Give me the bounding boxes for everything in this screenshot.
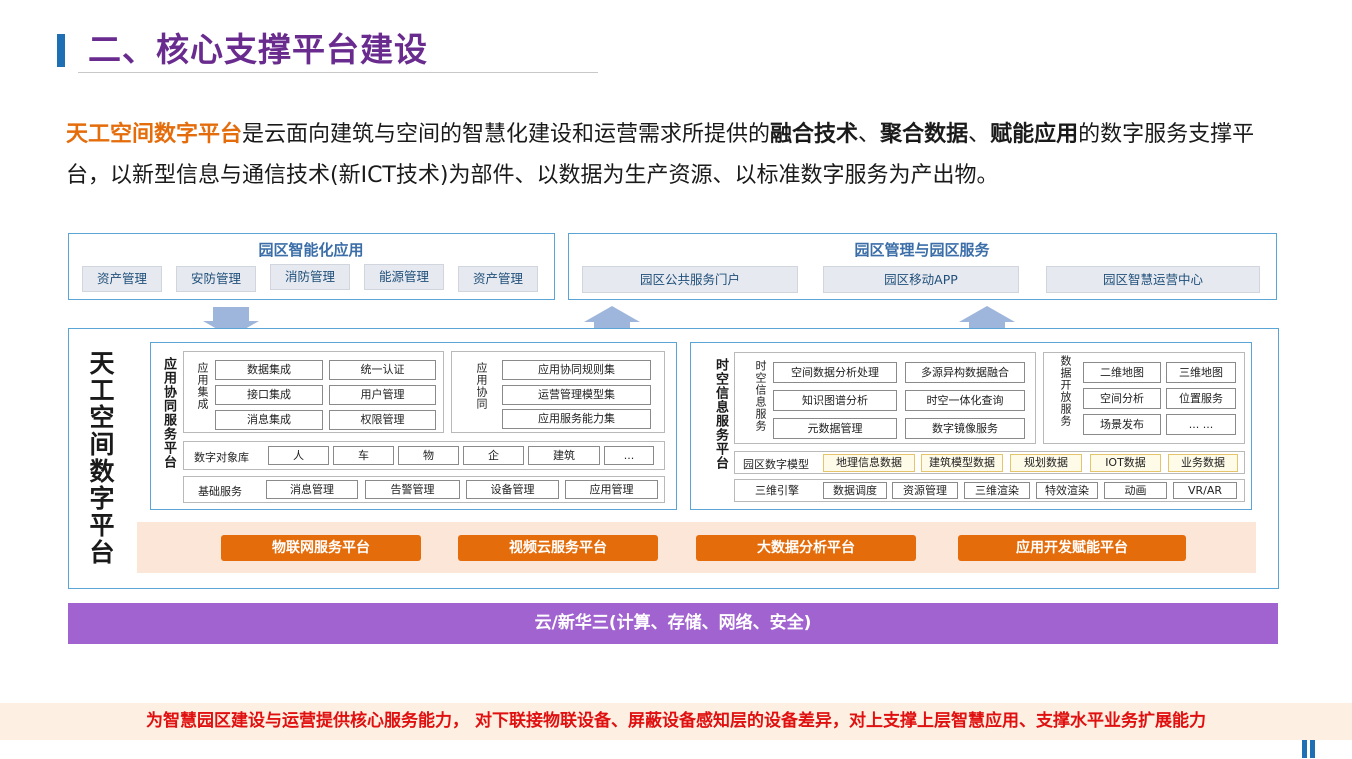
- engine-item: 特效渲染: [1036, 482, 1098, 499]
- engine-item: 动画: [1104, 482, 1167, 499]
- park-model-item: 规划数据: [1010, 454, 1082, 472]
- platform-name: 天工空间数字平台: [86, 350, 115, 566]
- spatial-platform-label: 时空信息服务平台: [713, 358, 728, 470]
- video-cloud-platform: 视频云服务平台: [458, 535, 658, 561]
- smart-app-item: 资产管理: [458, 266, 538, 292]
- bigdata-platform: 大数据分析平台: [696, 535, 916, 561]
- digital-object-label: 数字对象库: [194, 451, 249, 464]
- park-services-title: 园区管理与园区服务: [854, 241, 990, 259]
- integration-item: 权限管理: [329, 410, 436, 430]
- park-model-item: IOT数据: [1090, 454, 1161, 472]
- spatial-info-item: 数字镜像服务: [905, 418, 1025, 439]
- collab-item: 应用服务能力集: [502, 409, 651, 429]
- park-model-item: 业务数据: [1168, 454, 1238, 472]
- digital-object-item: ...: [604, 446, 654, 465]
- spatial-info-item: 时空一体化查询: [905, 390, 1025, 411]
- park-service-item: 园区智慧运营中心: [1046, 266, 1260, 293]
- app-dev-platform: 应用开发赋能平台: [958, 535, 1186, 561]
- park-model-item: 建筑模型数据: [921, 454, 1003, 472]
- smart-app-item: 安防管理: [176, 266, 256, 292]
- data-open-item: 三维地图: [1166, 362, 1236, 383]
- digital-object-item: 建筑: [528, 446, 600, 465]
- smart-app-item: 消防管理: [270, 264, 350, 290]
- cloud-infrastructure-bar: 云/新华三(计算、存储、网络、安全): [68, 603, 1278, 644]
- spatial-info-item: 知识图谱分析: [773, 390, 897, 411]
- intro-sep-2: 、: [968, 122, 991, 147]
- header-accent-bar: [57, 34, 65, 67]
- park-service-item: 园区公共服务门户: [582, 266, 798, 293]
- intro-highlight: 天工空间数字平台: [66, 122, 243, 147]
- engine-item: 三维引擎: [737, 482, 817, 499]
- intro-keyword-2: 聚合数据: [880, 122, 969, 147]
- spatial-info-item: 元数据管理: [773, 418, 897, 439]
- app-collab-sub-label: 应用协同: [475, 362, 488, 410]
- data-open-item: 场景发布: [1083, 414, 1161, 435]
- base-service-item: 消息管理: [266, 480, 358, 499]
- smart-apps-box: 园区智能化应用 资产管理 安防管理 消防管理 能源管理 资产管理: [68, 233, 555, 300]
- integration-item: 接口集成: [215, 385, 323, 405]
- park-service-item: 园区移动APP: [823, 266, 1019, 293]
- smart-app-item: 能源管理: [364, 264, 444, 290]
- park-model-label: 园区数字模型: [743, 458, 809, 471]
- engine-item: VR/AR: [1173, 482, 1237, 499]
- data-open-item: 空间分析: [1083, 388, 1161, 409]
- engine-item: 三维渲染: [964, 482, 1030, 499]
- header-divider: [78, 72, 598, 73]
- integration-item: 统一认证: [329, 360, 436, 380]
- collab-item: 应用协同规则集: [502, 360, 651, 380]
- base-service-item: 应用管理: [565, 480, 658, 499]
- integration-item: 用户管理: [329, 385, 436, 405]
- corner-mark: [1310, 740, 1315, 758]
- intro-text-1: 是云面向建筑与空间的智慧化建设和运营需求所提供的: [242, 122, 771, 147]
- iot-platform: 物联网服务平台: [221, 535, 421, 561]
- base-service-item: 告警管理: [365, 480, 460, 499]
- page-title: 二、核心支撑平台建设: [88, 30, 428, 69]
- smart-app-item: 资产管理: [82, 266, 162, 292]
- park-services-box: 园区管理与园区服务 园区公共服务门户 园区移动APP 园区智慧运营中心: [568, 233, 1277, 300]
- engine-item: 数据调度: [823, 482, 887, 499]
- footer-summary: 为智慧园区建设与运营提供核心服务能力， 对下联接物联设备、屏蔽设备感知层的设备差…: [0, 703, 1352, 740]
- integration-item: 消息集成: [215, 410, 323, 430]
- spatial-info-item: 多源异构数据融合: [905, 362, 1025, 383]
- app-collab-label: 应用协同服务平台: [161, 357, 176, 469]
- corner-mark: [1302, 740, 1307, 758]
- base-service-item: 设备管理: [466, 480, 559, 499]
- smart-apps-title: 园区智能化应用: [258, 241, 364, 259]
- data-open-label: 数据开放服务: [1059, 355, 1072, 427]
- spatial-info-label: 时空信息服务: [754, 360, 767, 432]
- intro-paragraph: 天工空间数字平台是云面向建筑与空间的智慧化建设和运营需求所提供的融合技术、聚合数…: [66, 114, 1296, 196]
- park-model-item: 地理信息数据: [823, 454, 915, 472]
- data-open-item: ... ...: [1166, 414, 1236, 435]
- intro-keyword-3: 赋能应用: [990, 122, 1079, 147]
- intro-sep-1: 、: [858, 122, 881, 147]
- digital-object-item: 企: [463, 446, 524, 465]
- spatial-info-item: 空间数据分析处理: [773, 362, 897, 383]
- digital-object-item: 车: [333, 446, 394, 465]
- digital-object-item: 物: [398, 446, 459, 465]
- collab-item: 运营管理模型集: [502, 385, 651, 405]
- engine-item: 资源管理: [892, 482, 958, 499]
- intro-keyword-1: 融合技术: [770, 122, 859, 147]
- data-open-item: 位置服务: [1166, 388, 1236, 409]
- base-service-label: 基础服务: [198, 485, 242, 498]
- app-integration-label: 应用集成: [196, 362, 209, 410]
- integration-item: 数据集成: [215, 360, 323, 380]
- digital-object-item: 人: [268, 446, 329, 465]
- data-open-item: 二维地图: [1083, 362, 1161, 383]
